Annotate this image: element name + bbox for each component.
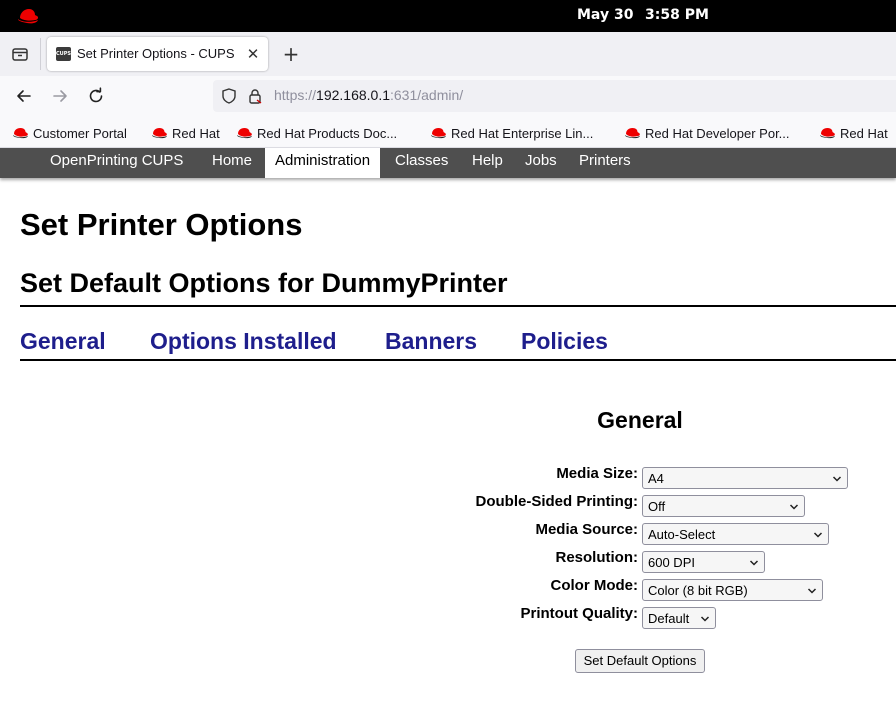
set-default-options-button[interactable]: Set Default Options: [575, 649, 705, 673]
cups-brand-link[interactable]: OpenPrinting CUPS: [40, 148, 193, 178]
bookmark-label: Red Hat Enterprise Lin...: [451, 125, 594, 141]
nav-jobs[interactable]: Jobs: [515, 148, 567, 178]
select-value: 600 DPI: [648, 555, 695, 570]
media-source-label: Media Source:: [535, 521, 638, 538]
redhat-hat-icon: [152, 128, 167, 139]
printout-quality-label: Printout Quality:: [520, 605, 639, 622]
firefox-view-button[interactable]: [8, 42, 32, 66]
redhat-hat-icon: [820, 128, 835, 139]
nav-printers[interactable]: Printers: [569, 148, 641, 178]
bookmark-label: Customer Portal: [33, 125, 127, 141]
printout-quality-select[interactable]: Default: [642, 607, 716, 629]
page-title: Set Printer Options: [20, 207, 303, 242]
subtitle-rule: [20, 305, 896, 307]
new-tab-plus-icon[interactable]: +: [280, 42, 302, 66]
bookmark-label: Red Hat: [840, 125, 888, 141]
redhat-hat-icon: [625, 128, 640, 139]
resolution-label: Resolution:: [555, 549, 639, 566]
nav-home[interactable]: Home: [202, 148, 262, 178]
color-mode-label: Color Mode:: [550, 577, 639, 594]
options-tabs: General Options Installed Banners Polici…: [20, 328, 896, 360]
cups-favicon-icon: CUPS: [56, 47, 71, 61]
tab-policies[interactable]: Policies: [521, 328, 608, 355]
double-sided-printing-label: Double-Sided Printing:: [475, 493, 639, 510]
select-value: Auto-Select: [648, 527, 716, 542]
system-top-bar: May 30 3:58 PM: [0, 0, 896, 32]
select-value: Default: [648, 611, 690, 626]
select-value: Off: [648, 499, 666, 514]
system-date[interactable]: May 30: [577, 7, 633, 23]
tab-general[interactable]: General: [20, 328, 106, 355]
bookmarks-toolbar: Customer Portal Red Hat Red Hat Products…: [0, 116, 896, 148]
back-button[interactable]: [12, 84, 36, 108]
bookmark-red-hat-2[interactable]: Red Hat: [819, 124, 888, 142]
reload-icon: [89, 87, 103, 103]
browser-nav-bar: https://192.168.0.1:631/admin/: [0, 76, 896, 116]
resolution-select[interactable]: 600 DPI: [642, 551, 765, 573]
tracking-protection-shield-icon[interactable]: [221, 88, 237, 104]
site-lock-icon[interactable]: [247, 88, 263, 104]
system-time[interactable]: 3:58 PM: [645, 7, 709, 23]
forward-button[interactable]: [48, 84, 72, 108]
chevron-down-icon: [789, 504, 799, 510]
url-host: 192.168.0.1: [316, 87, 390, 103]
bookmark-label: Red Hat Developer Por...: [645, 125, 790, 141]
nav-administration[interactable]: Administration: [265, 148, 381, 178]
section-title: General: [597, 407, 683, 433]
bookmark-red-hat[interactable]: Red Hat: [151, 124, 220, 142]
tab-set-printer-options[interactable]: CUPS Set Printer Options - CUPS ✕: [47, 37, 268, 71]
chevron-down-icon: [813, 532, 823, 538]
double-sided-printing-select[interactable]: Off: [642, 495, 805, 517]
reload-button[interactable]: [84, 84, 108, 108]
chevron-down-icon: [749, 560, 759, 566]
nav-help[interactable]: Help: [462, 148, 513, 178]
tab-strip-divider: [40, 38, 41, 70]
tab-options-installed[interactable]: Options Installed: [150, 328, 337, 355]
url-path: :631/admin/: [390, 87, 464, 103]
back-arrow-icon: [17, 90, 31, 102]
forward-arrow-icon: [53, 90, 67, 102]
tab-title: Set Printer Options - CUPS: [77, 46, 235, 61]
bookmark-label: Red Hat Products Doc...: [257, 125, 398, 141]
bookmark-label: Red Hat: [172, 125, 220, 141]
bookmark-red-hat-developer-portal[interactable]: Red Hat Developer Por...: [624, 124, 790, 142]
bookmark-red-hat-enterprise-linux[interactable]: Red Hat Enterprise Lin...: [430, 124, 593, 142]
nav-classes[interactable]: Classes: [385, 148, 458, 178]
browser-tab-strip: CUPS Set Printer Options - CUPS ✕ +: [0, 32, 896, 76]
chevron-down-icon: [832, 476, 842, 482]
redhat-hat-icon: [13, 128, 28, 139]
redhat-hat-icon: [431, 128, 446, 139]
bookmark-customer-portal[interactable]: Customer Portal: [12, 124, 127, 142]
media-size-select[interactable]: A4: [642, 467, 848, 489]
media-source-select[interactable]: Auto-Select: [642, 523, 829, 545]
chevron-down-icon: [807, 588, 817, 594]
redhat-logo-icon[interactable]: [16, 6, 40, 26]
tabs-rule: [20, 359, 896, 361]
page-subtitle: Set Default Options for DummyPrinter: [20, 268, 508, 298]
chevron-down-icon: [700, 616, 710, 622]
url-scheme: https://: [274, 87, 317, 103]
cups-nav-bar: OpenPrinting CUPS Home Administration Cl…: [0, 148, 896, 178]
select-value: Color (8 bit RGB): [648, 583, 748, 598]
color-mode-select[interactable]: Color (8 bit RGB): [642, 579, 823, 601]
url-text[interactable]: https://192.168.0.1:631/admin/: [274, 87, 463, 103]
media-size-label: Media Size:: [556, 465, 638, 482]
tab-banners[interactable]: Banners: [385, 328, 477, 355]
redhat-hat-icon: [237, 128, 252, 139]
bookmark-red-hat-products-docs[interactable]: Red Hat Products Doc...: [236, 124, 397, 142]
firefox-view-icon: [12, 48, 28, 61]
close-tab-icon[interactable]: ✕: [244, 44, 262, 64]
url-bar[interactable]: https://192.168.0.1:631/admin/: [213, 80, 896, 112]
select-value: A4: [648, 471, 664, 486]
